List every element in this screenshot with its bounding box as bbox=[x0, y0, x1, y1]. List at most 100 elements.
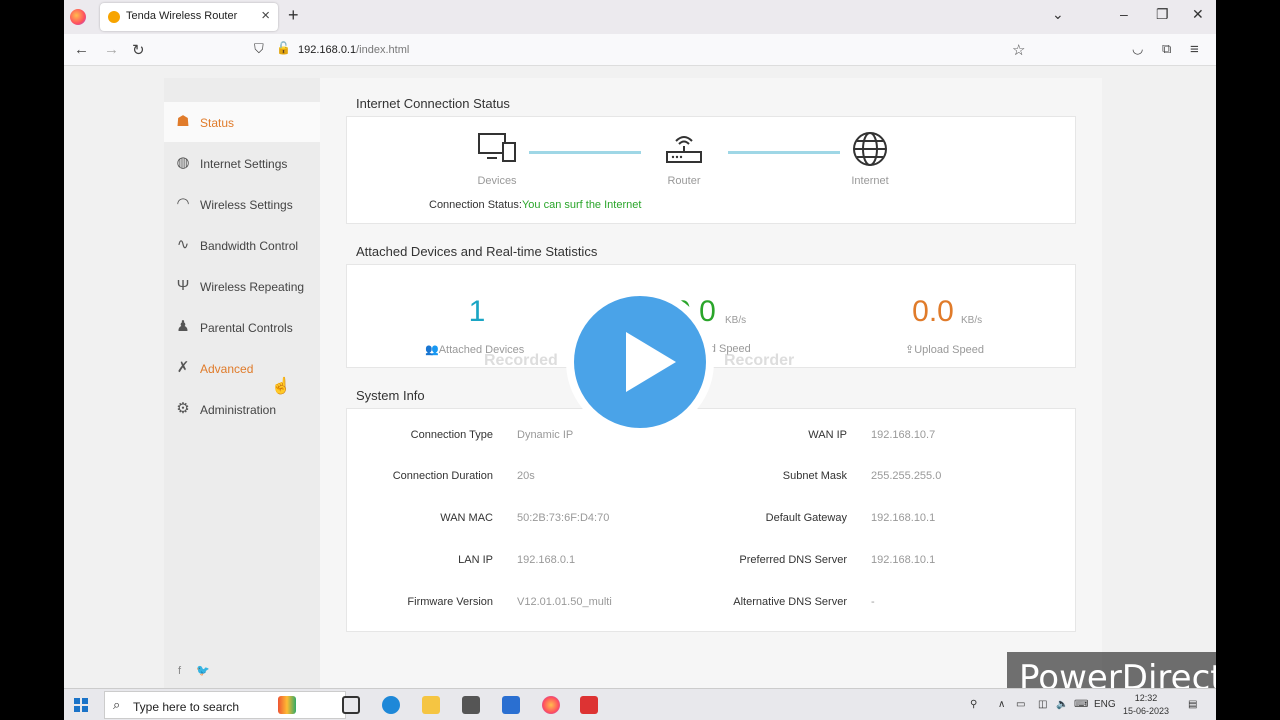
tab-title: Tenda Wireless Router bbox=[126, 10, 238, 22]
bandwidth-icon: ∿ bbox=[176, 236, 190, 253]
minimize-icon[interactable]: – bbox=[1120, 6, 1128, 22]
status-icon: ☗ bbox=[176, 113, 190, 130]
extensions-icon[interactable]: ⧉ bbox=[1162, 41, 1171, 57]
mail-icon[interactable] bbox=[502, 696, 520, 714]
sidebar-item-status[interactable]: ☗ Status bbox=[164, 102, 320, 142]
back-icon[interactable]: ← bbox=[74, 41, 89, 58]
info-label: Connection Duration bbox=[392, 470, 493, 482]
sidebar-item-internet-settings[interactable]: ◍ Internet Settings bbox=[164, 143, 320, 183]
upload-speed-unit: KB/s bbox=[961, 315, 983, 326]
info-label: Firmware Version bbox=[407, 596, 493, 608]
info-value: 20s bbox=[517, 470, 535, 482]
battery-icon[interactable]: ▭ bbox=[1016, 699, 1025, 710]
tab-list-chevron-icon[interactable]: ⌄ bbox=[1052, 6, 1064, 23]
taskbar-clock[interactable]: 12:32 15-06-2023 bbox=[1122, 692, 1170, 718]
sidebar-item-label: Status bbox=[200, 116, 235, 130]
devices-label: Devices bbox=[477, 175, 517, 187]
sidebar-item-bandwidth-control[interactable]: ∿ Bandwidth Control bbox=[164, 225, 320, 265]
bookmark-star-icon[interactable]: ☆ bbox=[1012, 41, 1025, 59]
watermark-left: Recorded bbox=[484, 352, 558, 369]
attached-devices-count: 1 bbox=[468, 295, 486, 328]
info-label: WAN MAC bbox=[440, 512, 493, 524]
tools-icon: ✗ bbox=[176, 359, 190, 376]
keyboard-icon[interactable]: ⌨ bbox=[1074, 699, 1088, 710]
play-button[interactable] bbox=[566, 288, 714, 436]
info-value: V12.01.01.50_multi bbox=[517, 596, 612, 608]
sidebar-item-wireless-repeating[interactable]: Ψ Wireless Repeating bbox=[164, 266, 320, 306]
devices-router-link bbox=[529, 151, 641, 154]
play-icon bbox=[626, 332, 676, 392]
clock-time: 12:32 bbox=[1134, 693, 1158, 703]
search-icon: ⌕ bbox=[113, 697, 121, 712]
wifi-icon: ◠ bbox=[176, 195, 190, 212]
info-label: Default Gateway bbox=[765, 512, 847, 524]
edge-icon[interactable] bbox=[382, 696, 400, 714]
recorder-icon[interactable] bbox=[580, 696, 598, 714]
menu-icon[interactable]: ≡ bbox=[1190, 41, 1199, 58]
reload-icon[interactable]: ↻ bbox=[132, 41, 145, 59]
close-tab-icon[interactable]: × bbox=[261, 7, 270, 24]
browser-tab[interactable]: Tenda Wireless Router × bbox=[100, 3, 278, 31]
pocket-icon[interactable]: ◡ bbox=[1132, 41, 1143, 57]
upload-speed-value: 0.0 bbox=[912, 295, 954, 328]
stats-title: Attached Devices and Real-time Statistic… bbox=[356, 244, 598, 259]
info-label: LAN IP bbox=[458, 554, 493, 566]
windows-start-icon[interactable] bbox=[74, 698, 88, 712]
close-window-icon[interactable]: ✕ bbox=[1192, 6, 1204, 23]
hand-cursor-icon: ☝ bbox=[271, 378, 291, 395]
router-icon bbox=[664, 131, 704, 167]
sidebar-item-label: Wireless Repeating bbox=[200, 280, 305, 294]
volume-icon[interactable]: 🔈 bbox=[1056, 699, 1068, 710]
info-label: Alternative DNS Server bbox=[733, 596, 847, 608]
info-label: WAN IP bbox=[808, 429, 847, 441]
restore-icon[interactable]: ❐ bbox=[1156, 6, 1169, 23]
url-bar[interactable]: 192.168.0.1/index.html bbox=[298, 44, 409, 56]
download-speed-unit: KB/s bbox=[725, 315, 747, 326]
sidebar-item-advanced[interactable]: ✗ Advanced bbox=[164, 348, 320, 388]
sidebar-item-wireless-settings[interactable]: ◠ Wireless Settings bbox=[164, 184, 320, 224]
forward-icon[interactable]: → bbox=[104, 41, 119, 58]
router-label: Router bbox=[667, 175, 701, 187]
people-icon[interactable]: ⚲ bbox=[970, 699, 977, 710]
file-explorer-icon[interactable] bbox=[422, 696, 440, 714]
internet-globe-icon bbox=[850, 131, 890, 167]
upload-speed-label: ⇪Upload Speed bbox=[905, 343, 984, 356]
sidebar-item-administration[interactable]: ⚙ Administration bbox=[164, 389, 320, 429]
taskbar-search[interactable]: ⌕ Type here to search bbox=[104, 691, 346, 719]
lock-icon[interactable]: 🔓 bbox=[276, 41, 291, 55]
shield-icon[interactable]: ⛉ bbox=[254, 41, 264, 57]
network-icon[interactable]: ◫ bbox=[1038, 699, 1047, 710]
info-value: 192.168.10.7 bbox=[871, 429, 936, 441]
task-view-icon[interactable] bbox=[342, 696, 360, 714]
clock-date: 15-06-2023 bbox=[1122, 706, 1170, 716]
router-internet-link bbox=[728, 151, 840, 154]
internet-label: Internet bbox=[851, 175, 889, 187]
search-highlight-icon bbox=[278, 696, 296, 714]
new-tab-icon[interactable]: + bbox=[288, 5, 299, 26]
tray-chevron-icon[interactable]: ∧ bbox=[998, 699, 1005, 710]
browser-tab-bar: Tenda Wireless Router × + ⌄ – ❐ ✕ bbox=[64, 0, 1216, 34]
notifications-icon[interactable]: ▤ bbox=[1188, 699, 1197, 710]
antenna-icon: Ψ bbox=[176, 277, 190, 294]
connection-status-value: You can surf the Internet bbox=[521, 199, 642, 211]
store-icon[interactable] bbox=[462, 696, 480, 714]
info-value: 255.255.255.0 bbox=[871, 470, 942, 482]
info-value: 50:2B:73:6F:D4:70 bbox=[517, 512, 610, 524]
sidebar-item-label: Bandwidth Control bbox=[200, 239, 299, 253]
sidebar-item-label: Advanced bbox=[200, 362, 254, 376]
language-indicator[interactable]: ENG bbox=[1094, 699, 1116, 710]
sidebar-item-parental-controls[interactable]: ♟ Parental Controls bbox=[164, 307, 320, 347]
system-info-title: System Info bbox=[356, 388, 425, 403]
system-info-panel: Connection Type Dynamic IP Connection Du… bbox=[346, 408, 1076, 632]
firefox-taskbar-icon[interactable] bbox=[542, 696, 560, 714]
social-links[interactable]: f 🐦 bbox=[178, 664, 216, 677]
sidebar-item-label: Administration bbox=[200, 403, 277, 417]
devices-icon bbox=[477, 131, 517, 167]
info-label: Subnet Mask bbox=[782, 470, 847, 482]
url-path: /index.html bbox=[356, 44, 410, 56]
internet-status-panel: Devices Router Internet Connection Statu… bbox=[346, 116, 1076, 224]
sidebar-nav: ☗ Status ◍ Internet Settings ◠ Wireless … bbox=[164, 78, 320, 688]
screen-frame: Tenda Wireless Router × + ⌄ – ❐ ✕ ← → ↻ … bbox=[64, 0, 1216, 720]
upload-icon: ⇪ bbox=[905, 344, 915, 356]
tenda-favicon-icon bbox=[108, 11, 120, 23]
